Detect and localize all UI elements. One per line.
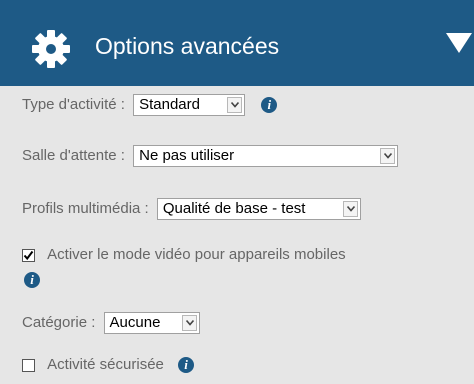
chevron-down-icon[interactable]	[342, 201, 358, 217]
panel-header[interactable]: Options avancées	[0, 0, 474, 86]
mobile-video-checkbox[interactable]	[22, 248, 35, 262]
waiting-room-label: Salle d'attente :	[22, 147, 125, 164]
activity-type-select[interactable]: Standard	[133, 94, 246, 116]
multimedia-profiles-label: Profils multimédia :	[22, 200, 149, 217]
gear-icon	[30, 28, 72, 70]
category-label: Catégorie :	[22, 314, 96, 331]
secure-activity-row: Activité sécurisée i	[22, 355, 195, 375]
activity-type-info-icon[interactable]: i	[261, 97, 278, 113]
activity-type-value: Standard	[139, 96, 200, 113]
waiting-room-value: Ne pas utiliser	[139, 147, 235, 164]
multimedia-profiles-value: Qualité de base - test	[162, 200, 306, 217]
advanced-options-panel: Options avancées Type d'activité : Stand…	[0, 0, 474, 384]
panel-title: Options avancées	[95, 33, 280, 59]
mobile-video-info-row: i	[24, 270, 40, 290]
chevron-down-icon[interactable]	[227, 97, 243, 113]
mobile-video-info-icon[interactable]: i	[24, 272, 40, 289]
secure-activity-checkbox[interactable]	[22, 358, 35, 372]
chevron-down-icon[interactable]	[181, 315, 197, 331]
chevron-down-icon[interactable]	[380, 148, 396, 164]
category-select[interactable]: Aucune	[103, 312, 200, 334]
activity-type-label: Type d'activité :	[22, 96, 125, 113]
multimedia-profiles-select[interactable]: Qualité de base - test	[156, 198, 361, 220]
secure-activity-label[interactable]: Activité sécurisée	[47, 355, 164, 375]
multimedia-profiles-row: Profils multimédia : Qualité de base - t…	[22, 198, 361, 220]
waiting-room-row: Salle d'attente : Ne pas utiliser	[22, 145, 399, 167]
mobile-video-row: Activer le mode vidéo pour appareils mob…	[22, 245, 346, 265]
secure-activity-info-icon[interactable]: i	[178, 357, 195, 374]
category-value: Aucune	[109, 314, 161, 331]
activity-type-row: Type d'activité : Standard i	[22, 94, 278, 116]
category-row: Catégorie : Aucune	[22, 312, 200, 334]
waiting-room-select[interactable]: Ne pas utiliser	[133, 145, 399, 167]
triangle-down-icon[interactable]	[444, 32, 474, 54]
mobile-video-label[interactable]: Activer le mode vidéo pour appareils mob…	[47, 245, 345, 265]
